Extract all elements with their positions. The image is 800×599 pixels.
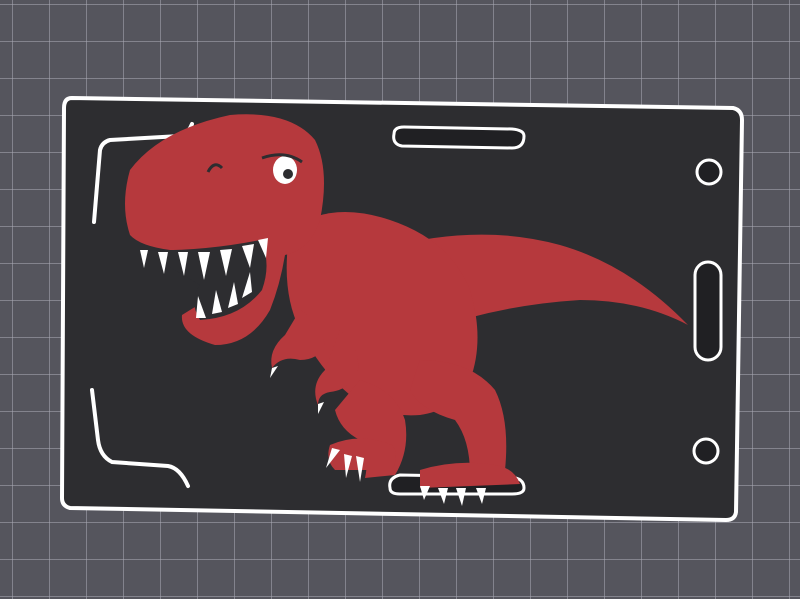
- mount-slot-right: [693, 260, 723, 362]
- mount-hole-icon-bottom: [692, 437, 720, 465]
- trex-pupil: [283, 169, 293, 179]
- top-slot: [392, 125, 526, 150]
- model-scene: [59, 95, 745, 523]
- mount-hole-icon-top: [695, 158, 723, 186]
- 3d-viewport[interactable]: [0, 0, 800, 599]
